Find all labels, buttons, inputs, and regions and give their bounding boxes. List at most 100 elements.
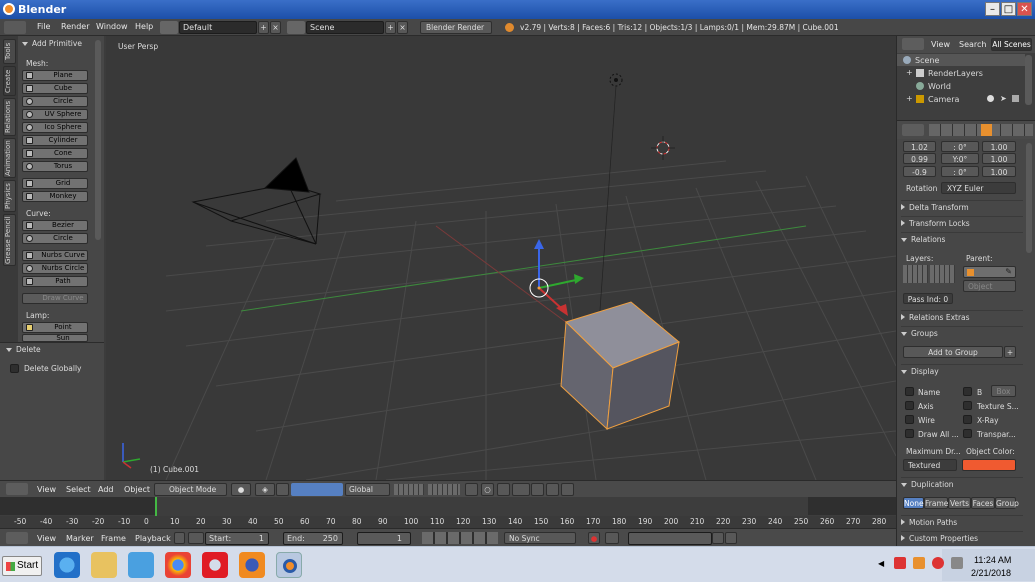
vp-menu-select[interactable]: Select — [66, 485, 91, 494]
delete-globally-checkbox[interactable] — [10, 364, 19, 373]
transform-manipulator[interactable] — [529, 239, 584, 316]
minimize-button[interactable]: – — [985, 2, 1000, 16]
remove-scene-icon[interactable]: × — [397, 21, 408, 34]
start-frame-field[interactable]: Start: 1 — [205, 532, 269, 545]
layer-buttons-2[interactable] — [428, 484, 460, 495]
properties-scrollbar[interactable] — [1026, 143, 1032, 253]
add-primitive-panel-header[interactable]: Add Primitive — [22, 39, 82, 48]
tray-security-icon[interactable] — [932, 557, 944, 569]
display-panel-header[interactable]: Display — [901, 364, 1023, 378]
scale-y-field[interactable]: 1.00 — [982, 153, 1016, 164]
timeline-area[interactable]: -50 -40 -30 -20 -10 0 10 20 30 40 50 60 70 80 90 100 110… — [0, 497, 896, 528]
location-y-field[interactable]: 0.99 — [903, 153, 936, 164]
menu-window[interactable]: Window — [96, 22, 128, 31]
add-scene-icon[interactable]: + — [385, 21, 396, 34]
render-anim-icon[interactable] — [546, 483, 559, 496]
end-frame-field[interactable]: End: 250 — [283, 532, 343, 545]
clock-time[interactable]: 11:24 AM — [974, 555, 1011, 565]
file-explorer-icon[interactable] — [91, 552, 117, 578]
tab-tools[interactable]: Tools — [3, 39, 16, 64]
rotation-x-field[interactable]: : 0° — [941, 141, 979, 152]
layout-icon[interactable] — [160, 21, 178, 34]
max-draw-type-select[interactable]: Textured — [903, 459, 957, 471]
snap-toggle-icon[interactable] — [497, 483, 510, 496]
camera-object[interactable] — [191, 157, 322, 245]
menu-file[interactable]: File — [37, 22, 50, 31]
layout-field[interactable]: Default — [179, 21, 257, 34]
custom-properties-panel-header[interactable]: Custom Properties — [901, 531, 1023, 545]
outliner-scrollbar[interactable] — [1025, 55, 1032, 105]
add-sun-lamp-button[interactable]: Sun — [22, 334, 88, 342]
proportional-edit-icon[interactable]: ○ — [481, 483, 494, 496]
rotation-z-field[interactable]: : 0° — [941, 166, 979, 177]
object-color-swatch[interactable] — [962, 459, 1016, 471]
display-texture-space-checkbox[interactable] — [963, 401, 972, 410]
outliner-menu-search[interactable]: Search — [959, 40, 986, 49]
media-player-icon[interactable] — [128, 552, 154, 578]
shading-select-icon[interactable]: ● — [231, 483, 251, 496]
tray-alert-icon[interactable] — [894, 557, 906, 569]
outliner-row-scene[interactable]: Scene — [897, 54, 1025, 66]
add-monkey-button[interactable]: Monkey — [22, 191, 88, 202]
vp-menu-view[interactable]: View — [37, 485, 56, 494]
opera-icon[interactable] — [202, 552, 228, 578]
toolshelf-scrollbar[interactable] — [95, 40, 101, 240]
add-nurbs-curve-button[interactable]: Nurbs Curve — [22, 250, 88, 261]
display-bounds-checkbox[interactable] — [963, 387, 972, 396]
properties-editor-icon[interactable] — [902, 124, 924, 136]
pivot-select-icon[interactable]: ◈ — [255, 483, 275, 496]
tl-menu-view[interactable]: View — [37, 534, 56, 543]
add-uv-sphere-button[interactable]: UV Sphere — [22, 109, 88, 120]
snap-element-icon[interactable] — [512, 483, 530, 496]
opengl-render-icon[interactable] — [561, 483, 574, 496]
current-frame-field[interactable]: 1 — [357, 532, 411, 545]
bounds-type-select[interactable]: Box — [991, 385, 1016, 397]
tab-create[interactable]: Create — [3, 66, 16, 96]
location-z-field[interactable]: -0.9 — [903, 166, 936, 177]
outliner-filter-select[interactable]: All Scenes — [991, 38, 1032, 51]
outliner-row-renderlayers[interactable]: + RenderLayers — [897, 67, 1025, 79]
3d-cursor[interactable] — [651, 136, 675, 160]
dupli-faces-button[interactable]: Faces — [971, 497, 995, 509]
dupli-none-button[interactable]: None — [903, 497, 924, 509]
delete-keyframe-icon[interactable] — [725, 532, 737, 544]
vp-menu-object[interactable]: Object — [124, 485, 150, 494]
display-xray-checkbox[interactable] — [963, 415, 972, 424]
tray-app-icon[interactable] — [913, 557, 925, 569]
orientation-select[interactable]: Global — [345, 483, 390, 496]
scale-z-field[interactable]: 1.00 — [982, 166, 1016, 177]
editor-type-icon[interactable] — [6, 483, 28, 495]
outliner-row-camera[interactable]: + Camera ➤ — [897, 93, 1025, 105]
relations-panel-header[interactable]: Relations — [901, 232, 1023, 246]
tl-menu-playback[interactable]: Playback — [135, 534, 171, 543]
rotation-y-field[interactable]: Y:0° — [941, 153, 979, 164]
location-x-field[interactable]: 1.02 — [903, 141, 936, 152]
parent-field[interactable]: ✎ — [963, 266, 1016, 278]
tab-grease-pencil[interactable]: Grease Pencil — [3, 214, 16, 266]
add-layout-icon[interactable]: + — [258, 21, 269, 34]
outliner-menu-view[interactable]: View — [931, 40, 950, 49]
3d-viewport[interactable]: User Persp (1) Cube.001 — [106, 36, 896, 480]
display-name-checkbox[interactable] — [905, 387, 914, 396]
maximize-button[interactable]: □ — [1001, 2, 1016, 16]
outliner-editor-icon[interactable] — [902, 38, 924, 50]
lock-camera-icon[interactable] — [465, 483, 478, 496]
parent-type-select[interactable]: Object — [963, 280, 1016, 292]
outliner-row-world[interactable]: World — [897, 80, 1025, 92]
tab-physics[interactable]: Physics — [3, 180, 16, 212]
add-cylinder-button[interactable]: Cylinder — [22, 135, 88, 146]
groups-panel-header[interactable]: Groups — [901, 326, 1023, 340]
display-wire-checkbox[interactable] — [905, 415, 914, 424]
delta-transform-panel-header[interactable]: Delta Transform — [901, 200, 1023, 214]
remove-layout-icon[interactable]: × — [270, 21, 281, 34]
dupli-frame-button[interactable]: Frame — [924, 497, 948, 509]
dupli-verts-button[interactable]: Verts — [948, 497, 971, 509]
dupli-group-button[interactable]: Group — [995, 497, 1019, 509]
render-still-icon[interactable] — [531, 483, 544, 496]
add-to-group-button[interactable]: Add to Group — [903, 346, 1003, 358]
chrome-icon[interactable] — [165, 552, 191, 578]
network-icon[interactable] — [951, 557, 963, 569]
add-torus-button[interactable]: Torus — [22, 161, 88, 172]
add-path-button[interactable]: Path — [22, 276, 88, 287]
eyedropper-icon[interactable]: ✎ — [1005, 267, 1012, 276]
